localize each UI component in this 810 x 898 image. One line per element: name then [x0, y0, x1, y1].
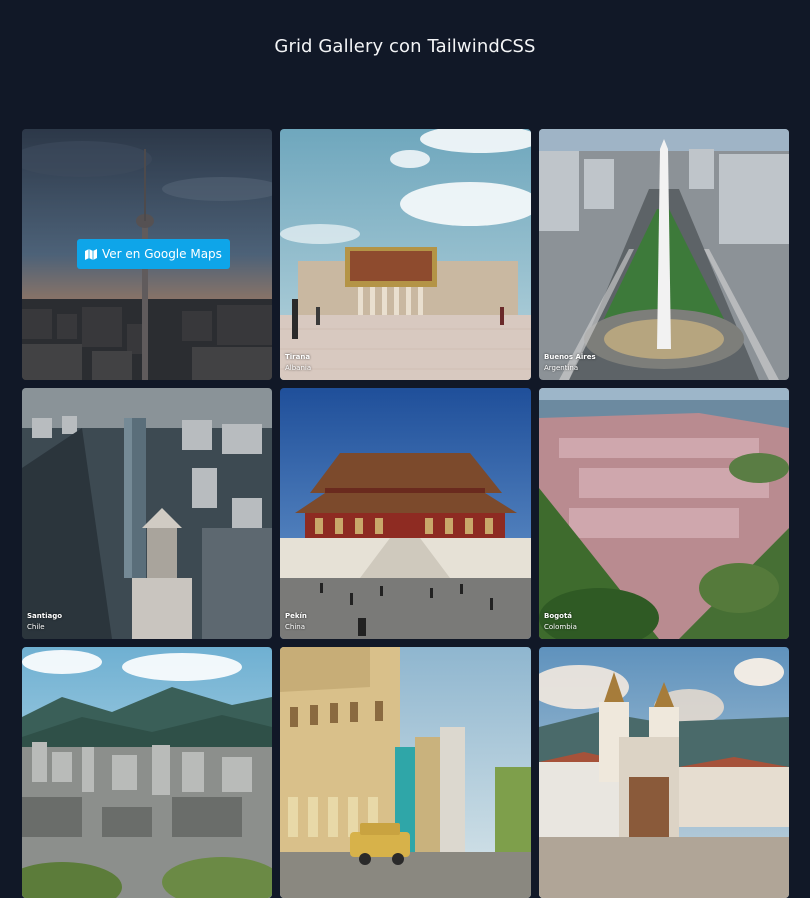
country-name: Colombia: [544, 623, 577, 631]
gallery-grid: Ver en Google Maps Tirana Albania Buenos…: [22, 129, 789, 898]
city-name: Tirana: [285, 353, 311, 361]
gallery-card-tirana[interactable]: Tirana Albania: [280, 129, 531, 380]
page-title: Grid Gallery con TailwindCSS: [274, 36, 536, 57]
church-photo: [539, 647, 789, 898]
card-caption: Buenos Aires Argentina: [544, 352, 596, 374]
gallery-card-church[interactable]: [539, 647, 789, 898]
card-caption: Bogotá Colombia: [544, 611, 577, 633]
country-name: Argentina: [544, 364, 579, 372]
bogota-photo: [539, 388, 789, 639]
city-name: Buenos Aires: [544, 353, 596, 361]
gallery-card-santiago[interactable]: Santiago Chile: [22, 388, 272, 639]
country-name: Chile: [27, 623, 45, 631]
gallery-card-colorful-street[interactable]: [280, 647, 531, 898]
card-caption: Tirana Albania: [285, 352, 311, 374]
city-name: Pekín: [285, 612, 307, 620]
google-maps-button-label: Ver en Google Maps: [102, 247, 222, 261]
gallery-card-tower[interactable]: Ver en Google Maps: [22, 129, 272, 380]
map-icon: [85, 248, 97, 260]
santiago-photo: [22, 388, 272, 639]
tirana-photo: [280, 129, 531, 380]
country-name: China: [285, 623, 305, 631]
mountain-city-photo: [22, 647, 272, 898]
card-caption: Pekín China: [285, 611, 307, 633]
city-name: Bogotá: [544, 612, 573, 620]
colorful-street-photo: [280, 647, 531, 898]
city-name: Santiago: [27, 612, 63, 620]
gallery-card-mountain-city[interactable]: [22, 647, 272, 898]
buenos-aires-photo: [539, 129, 789, 380]
gallery-card-bogota[interactable]: Bogotá Colombia: [539, 388, 789, 639]
gallery-card-pekin[interactable]: Pekín China: [280, 388, 531, 639]
card-caption: Santiago Chile: [27, 611, 62, 633]
pekin-photo: [280, 388, 531, 639]
google-maps-button[interactable]: Ver en Google Maps: [77, 239, 230, 269]
gallery-card-buenos-aires[interactable]: Buenos Aires Argentina: [539, 129, 789, 380]
country-name: Albania: [285, 364, 312, 372]
